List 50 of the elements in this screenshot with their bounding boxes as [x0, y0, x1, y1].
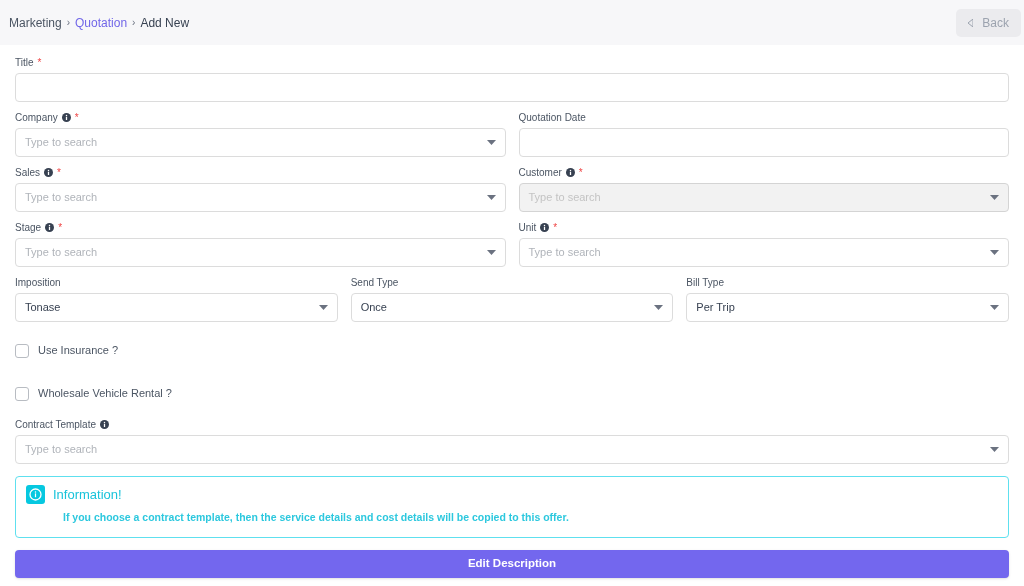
caret-icon: [990, 250, 999, 255]
caret-icon: [990, 447, 999, 452]
caret-icon: [990, 195, 999, 200]
required-mark: *: [58, 221, 63, 235]
select-field[interactable]: Type to search: [518, 238, 1009, 267]
select-field[interactable]: Type to search: [15, 183, 506, 212]
field-label: Quotation Date: [518, 111, 586, 125]
edit-description-button[interactable]: Edit Description: [15, 550, 1009, 578]
field-label: Company: [15, 111, 58, 125]
field-label: Title: [15, 56, 34, 70]
field-label: Customer: [518, 166, 562, 180]
caret-icon: [990, 305, 999, 310]
checkbox-label: Use Insurance ?: [38, 343, 119, 359]
input-field[interactable]: [15, 73, 1009, 102]
field-label: Contract Template: [15, 418, 96, 432]
caret-icon: [654, 305, 664, 310]
select-field[interactable]: Type to search: [15, 128, 506, 157]
breadcrumb-separator: ›: [66, 16, 71, 30]
select-field[interactable]: Once: [350, 293, 674, 322]
field-label: Unit: [518, 221, 537, 235]
input-field[interactable]: [518, 128, 1009, 157]
select-field[interactable]: Tonase: [15, 293, 338, 322]
field-label: Bill Type: [686, 276, 724, 290]
breadcrumb-item: Add New: [140, 14, 190, 32]
select-field[interactable]: Type to search: [15, 435, 1009, 464]
info-icon: [26, 485, 45, 505]
required-mark: *: [553, 221, 558, 235]
checkbox-label: Wholesale Vehicle Rental ?: [38, 386, 172, 402]
alert-title: Information!: [53, 486, 122, 504]
checkbox[interactable]: [15, 343, 29, 358]
breadcrumb-item: Marketing: [9, 14, 62, 32]
caret-icon: [486, 195, 496, 200]
select-field[interactable]: Per Trip: [686, 293, 1009, 322]
required-mark: *: [57, 166, 61, 180]
select-field[interactable]: Type to search: [15, 238, 506, 267]
caret-icon: [486, 140, 496, 145]
breadcrumb-separator: ›: [132, 16, 136, 30]
breadcrumb-link[interactable]: Quotation: [75, 13, 128, 32]
field-label: Sales: [15, 166, 40, 180]
field-label: Imposition: [15, 276, 61, 290]
caret-left-icon: [968, 18, 974, 27]
caret-icon: [486, 250, 496, 255]
checkbox[interactable]: [15, 386, 29, 401]
required-mark: *: [578, 166, 583, 180]
required-mark: *: [37, 56, 42, 70]
caret-icon: [318, 305, 328, 310]
field-label: Stage: [15, 221, 42, 235]
alert-message: If you choose a contract template, then the service details and cost details will be copied to this offer.: [63, 509, 570, 525]
required-mark: *: [74, 111, 79, 125]
field-label: Send Type: [350, 276, 399, 290]
